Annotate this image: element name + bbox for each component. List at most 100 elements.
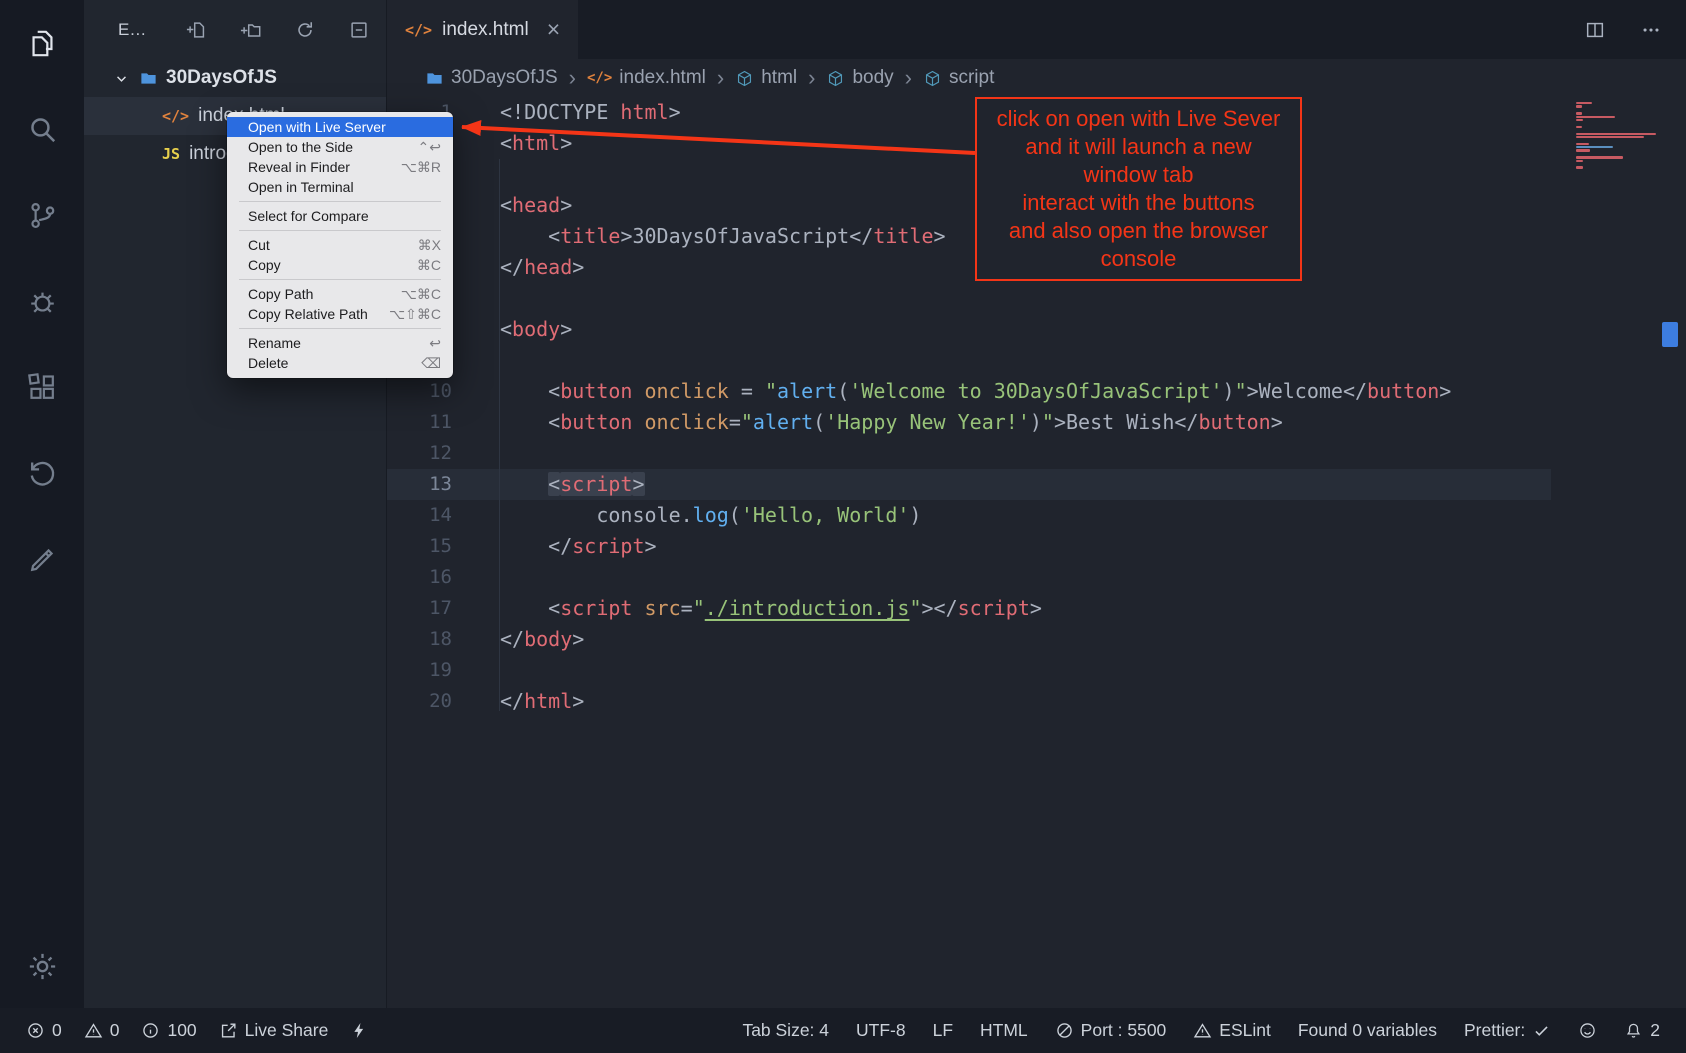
menu-separator bbox=[239, 201, 441, 202]
close-tab-icon[interactable]: × bbox=[547, 16, 560, 43]
check-icon bbox=[1532, 1021, 1551, 1040]
status-2[interactable]: 2 bbox=[1624, 1020, 1660, 1041]
line-number: 19 bbox=[387, 655, 452, 686]
line-number: 18 bbox=[387, 624, 452, 655]
more-actions-icon[interactable] bbox=[1640, 19, 1662, 41]
code-line-13[interactable]: 13 <script> bbox=[387, 469, 1551, 500]
symbol-cube-icon bbox=[826, 69, 845, 88]
symbol-cube-icon bbox=[923, 69, 942, 88]
line-number: 13 bbox=[387, 469, 452, 500]
tab-label: index.html bbox=[442, 19, 529, 41]
status-0[interactable]: 0 bbox=[84, 1020, 120, 1041]
indent-guide bbox=[499, 159, 500, 711]
code-line-11[interactable]: 11 <button onclick="alert('Happy New Yea… bbox=[387, 407, 1551, 438]
code-line-1[interactable]: 1<!DOCTYPE html> bbox=[387, 97, 1551, 128]
breadcrumb-30daysofjs[interactable]: 30DaysOfJS bbox=[425, 67, 558, 89]
code-line-15[interactable]: 15 </script> bbox=[387, 531, 1551, 562]
source-control-icon[interactable] bbox=[22, 195, 62, 235]
breadcrumb-script[interactable]: script bbox=[923, 67, 994, 89]
split-editor-icon[interactable] bbox=[1584, 19, 1606, 41]
status-left: 0 0 100 Live Share bbox=[26, 1020, 369, 1041]
chevron-right-icon: › bbox=[905, 65, 912, 91]
code-line-16[interactable]: 16 bbox=[387, 562, 1551, 593]
new-file-icon[interactable] bbox=[186, 19, 208, 41]
pen-icon[interactable] bbox=[22, 539, 62, 579]
breadcrumb-index-html[interactable]: </>index.html bbox=[587, 67, 706, 89]
line-number: 16 bbox=[387, 562, 452, 593]
code-line-4[interactable]: 4<head> bbox=[387, 190, 1551, 221]
minimap[interactable] bbox=[1576, 102, 1660, 169]
status-live-share[interactable]: Live Share bbox=[219, 1020, 329, 1041]
activity-bar bbox=[0, 0, 84, 1008]
code-line-9[interactable]: 9 bbox=[387, 345, 1551, 376]
line-number: 20 bbox=[387, 686, 452, 717]
status-html[interactable]: HTML bbox=[980, 1020, 1028, 1041]
menu-shortcut: ⌥⇧⌘C bbox=[389, 306, 441, 323]
menu-item-rename[interactable]: Rename↩ bbox=[227, 333, 453, 353]
settings-gear-icon[interactable] bbox=[22, 946, 62, 986]
files-icon[interactable] bbox=[22, 23, 62, 63]
new-folder-icon[interactable] bbox=[240, 19, 262, 41]
code-line-14[interactable]: 14 console.log('Hello, World') bbox=[387, 500, 1551, 531]
annotation-line: console bbox=[981, 245, 1296, 273]
collapse-all-icon[interactable] bbox=[348, 19, 370, 41]
code-line-8[interactable]: 8<body> bbox=[387, 314, 1551, 345]
status-smiley-icon[interactable] bbox=[1578, 1021, 1597, 1040]
menu-item-copy-path[interactable]: Copy Path⌥⌘C bbox=[227, 284, 453, 304]
status-tab-size-4[interactable]: Tab Size: 4 bbox=[742, 1020, 829, 1041]
code-line-17[interactable]: 17 <script src="./introduction.js"></scr… bbox=[387, 593, 1551, 624]
menu-item-copy-relative-path[interactable]: Copy Relative Path⌥⇧⌘C bbox=[227, 304, 453, 324]
folder-icon bbox=[139, 69, 158, 88]
tree-root-folder[interactable]: 30DaysOfJS bbox=[84, 59, 386, 97]
editor-actions bbox=[1584, 0, 1662, 59]
code-line-20[interactable]: 20</html> bbox=[387, 686, 1551, 717]
code-line-10[interactable]: 10 <button onclick = "alert('Welcome to … bbox=[387, 376, 1551, 407]
menu-item-open-in-terminal[interactable]: Open in Terminal bbox=[227, 177, 453, 197]
extensions-icon[interactable] bbox=[22, 367, 62, 407]
run-debug-icon[interactable] bbox=[22, 281, 62, 321]
menu-item-open-with-live-server[interactable]: Open with Live Server bbox=[227, 117, 453, 137]
code-line-18[interactable]: 18</body> bbox=[387, 624, 1551, 655]
status-right: Tab Size: 4 UTF-8 LF HTML Port : 5500 ESLint F… bbox=[742, 1020, 1660, 1041]
status-lf[interactable]: LF bbox=[933, 1020, 953, 1041]
code-line-7[interactable]: 7 bbox=[387, 283, 1551, 314]
menu-shortcut: ⌫ bbox=[421, 355, 441, 372]
bolt-icon bbox=[350, 1021, 369, 1040]
menu-separator bbox=[239, 279, 441, 280]
status-100[interactable]: 100 bbox=[141, 1020, 196, 1041]
code-line-3[interactable]: 3 bbox=[387, 159, 1551, 190]
annotation-box: click on open with Live Severand it will… bbox=[975, 97, 1302, 281]
menu-shortcut: ⌥⌘R bbox=[401, 159, 441, 176]
history-icon[interactable] bbox=[22, 453, 62, 493]
annotation-line: click on open with Live Sever bbox=[981, 105, 1296, 133]
code-line-19[interactable]: 19 bbox=[387, 655, 1551, 686]
code-line-12[interactable]: 12 bbox=[387, 438, 1551, 469]
status-eslint[interactable]: ESLint bbox=[1193, 1020, 1271, 1041]
status-prettier[interactable]: Prettier: bbox=[1464, 1020, 1551, 1041]
tab-index-html[interactable]: </> index.html × bbox=[387, 0, 578, 59]
breadcrumb-html[interactable]: html bbox=[735, 67, 797, 89]
menu-item-reveal-in-finder[interactable]: Reveal in Finder⌥⌘R bbox=[227, 157, 453, 177]
menu-item-cut[interactable]: Cut⌘X bbox=[227, 235, 453, 255]
search-icon[interactable] bbox=[22, 109, 62, 149]
status-0[interactable]: 0 bbox=[26, 1020, 62, 1041]
status-utf-8[interactable]: UTF-8 bbox=[856, 1020, 906, 1041]
status-port-5500[interactable]: Port : 5500 bbox=[1055, 1020, 1167, 1041]
code-line-5[interactable]: 5 <title>30DaysOfJavaScript</title> bbox=[387, 221, 1551, 252]
status-bolt-icon[interactable] bbox=[350, 1021, 369, 1040]
menu-shortcut: ⌥⌘C bbox=[401, 286, 441, 303]
menu-shortcut: ⌘C bbox=[417, 257, 441, 274]
menu-item-delete[interactable]: Delete⌫ bbox=[227, 353, 453, 373]
explorer-title: E… bbox=[118, 20, 146, 40]
menu-shortcut: ⌃↩ bbox=[418, 139, 441, 156]
code-line-6[interactable]: 6</head> bbox=[387, 252, 1551, 283]
refresh-icon[interactable] bbox=[294, 19, 316, 41]
menu-item-copy[interactable]: Copy⌘C bbox=[227, 255, 453, 275]
explorer-actions bbox=[186, 19, 370, 41]
breadcrumb-body[interactable]: body bbox=[826, 67, 893, 89]
menu-item-select-for-compare[interactable]: Select for Compare bbox=[227, 206, 453, 226]
menu-separator bbox=[239, 230, 441, 231]
menu-item-open-to-the-side[interactable]: Open to the Side⌃↩ bbox=[227, 137, 453, 157]
status-found-0-variables[interactable]: Found 0 variables bbox=[1298, 1020, 1437, 1041]
code-line-2[interactable]: 2<html> bbox=[387, 128, 1551, 159]
